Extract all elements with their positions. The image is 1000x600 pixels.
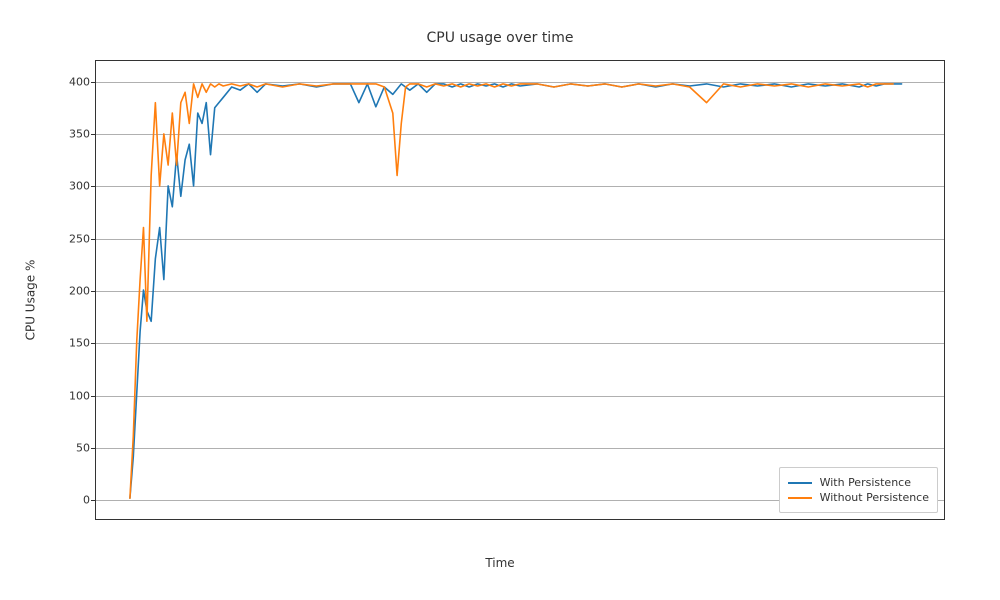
legend-swatch-orange bbox=[788, 497, 812, 499]
ytick-label: 200 bbox=[46, 286, 90, 297]
chart-title-text: CPU usage over time bbox=[427, 30, 574, 46]
legend-label: With Persistence bbox=[820, 476, 911, 489]
legend-item-with-persistence: With Persistence bbox=[788, 476, 929, 489]
y-axis-label: CPU Usage % bbox=[20, 0, 40, 600]
plot-area: 050100150200250300350400 With Persistenc… bbox=[95, 60, 945, 520]
series-with-persistence bbox=[130, 84, 902, 498]
ytick-label: 50 bbox=[46, 442, 90, 453]
legend-label: Without Persistence bbox=[820, 491, 929, 504]
series-without-persistence bbox=[130, 84, 893, 498]
ytick-label: 300 bbox=[46, 181, 90, 192]
ytick-label: 350 bbox=[46, 129, 90, 140]
ytick-label: 100 bbox=[46, 390, 90, 401]
ytick-label: 250 bbox=[46, 233, 90, 244]
y-axis-label-text: CPU Usage % bbox=[23, 260, 37, 341]
legend: With Persistence Without Persistence bbox=[779, 467, 938, 513]
figure: CPU usage over time CPU Usage % Time 050… bbox=[0, 0, 1000, 600]
ytick-label: 150 bbox=[46, 338, 90, 349]
x-axis-label: Time bbox=[0, 556, 1000, 570]
legend-swatch-blue bbox=[788, 482, 812, 484]
ytick-label: 400 bbox=[46, 76, 90, 87]
plot-svg bbox=[96, 61, 944, 519]
legend-item-without-persistence: Without Persistence bbox=[788, 491, 929, 504]
ytick-label: 0 bbox=[46, 495, 90, 506]
chart-title: CPU usage over time bbox=[0, 30, 1000, 46]
x-axis-label-text: Time bbox=[485, 556, 514, 570]
